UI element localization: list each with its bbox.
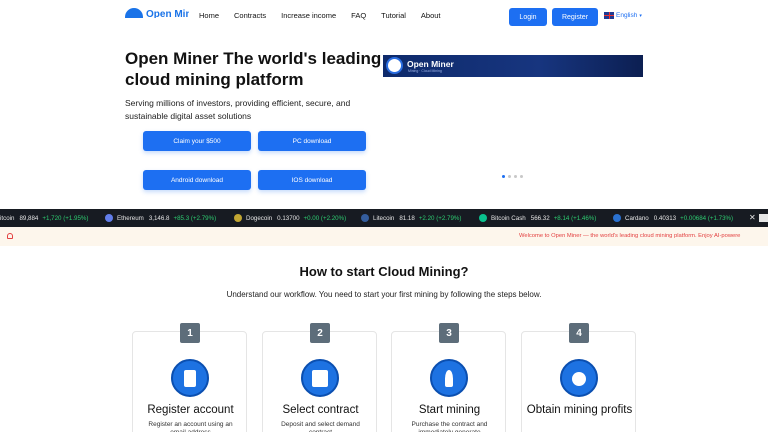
- ticker-name: Dogecoin: [246, 214, 273, 222]
- ticker-item[interactable]: Cardano 0.40313 +0.00684 (+1.73%): [613, 209, 733, 227]
- step-number: 1: [180, 323, 200, 343]
- main-nav: Home Contracts Increase income FAQ Tutor…: [199, 11, 456, 20]
- nav-tutorial[interactable]: Tutorial: [381, 11, 406, 20]
- miner-icon: [430, 359, 468, 397]
- litecoin-icon: [361, 214, 369, 222]
- ticker-name: itcoin: [0, 214, 15, 222]
- step-description: Deposit and select demand contract: [281, 421, 360, 432]
- ticker-change: +8.14 (+1.46%): [553, 214, 597, 222]
- banner-tagline: Mining · Cloud Mining: [408, 69, 442, 73]
- step-title: Start mining: [418, 404, 481, 416]
- step-number: 3: [439, 323, 459, 343]
- ios-download-button[interactable]: IOS download: [258, 170, 366, 190]
- ticker-item[interactable]: Bitcoin Cash 566.32 +8.14 (+1.46%): [479, 209, 596, 227]
- step-card: 1 Register account Register an account u…: [132, 323, 247, 432]
- chevron-down-icon: ▾: [639, 12, 642, 19]
- register-button[interactable]: Register: [552, 8, 598, 26]
- nav-faq[interactable]: FAQ: [351, 11, 366, 20]
- nav-contracts[interactable]: Contracts: [234, 11, 266, 20]
- pc-download-button[interactable]: PC download: [258, 131, 366, 151]
- tradingview-logo-icon[interactable]: [759, 214, 768, 222]
- ticker-name: Bitcoin Cash: [491, 214, 526, 222]
- ticker-price: 3,146.8: [148, 214, 170, 222]
- ticker-item[interactable]: Ethereum 3,146.8 +85.3 (+2.79%): [105, 209, 216, 227]
- hero-subtitle: Serving millions of investors, providing…: [125, 98, 351, 121]
- ticker-change: +2.20 (+2.79%): [418, 214, 462, 222]
- hero-title: Open Miner The world's leading cloud min…: [125, 49, 382, 89]
- ticker-item[interactable]: Litecoin 81.18 +2.20 (+2.79%): [361, 209, 461, 227]
- banner-title: Open Miner: [407, 59, 454, 69]
- contract-icon: [301, 359, 339, 397]
- ticker-item[interactable]: itcoin 89,884 +1,720 (+1.95%): [0, 209, 89, 227]
- carousel-dot[interactable]: [514, 175, 517, 178]
- ethereum-icon: [105, 214, 113, 222]
- step-description: Purchase the contract and immediately ge…: [411, 421, 488, 432]
- step-number: 4: [569, 323, 589, 343]
- bitcoin-cash-icon: [479, 214, 487, 222]
- step-title: Select contract: [282, 404, 359, 416]
- close-icon[interactable]: ✕: [749, 213, 756, 222]
- section-subtitle: Understand our workflow. You need to sta…: [226, 290, 542, 299]
- price-ticker: itcoin 89,884 +1,720 (+1.95%) Ethereum 3…: [0, 209, 768, 227]
- ticker-name: Cardano: [625, 214, 649, 222]
- logo-mark-icon: [125, 8, 143, 18]
- ticker-name: Litecoin: [373, 214, 395, 222]
- id-card-icon: [171, 359, 209, 397]
- site-header: Open Miner Home Contracts Increase incom…: [0, 0, 768, 36]
- page: Open Miner Home Contracts Increase incom…: [0, 0, 768, 432]
- step-description: Register an account using an email addre…: [148, 421, 233, 432]
- login-button[interactable]: Login: [509, 8, 547, 26]
- step-number: 2: [310, 323, 330, 343]
- step-card: 4 Obtain mining profits: [521, 323, 636, 432]
- language-selector[interactable]: English ▾: [604, 12, 642, 19]
- claim-button[interactable]: Claim your $500: [143, 131, 251, 151]
- bell-icon: [7, 233, 13, 239]
- carousel-dots: [502, 175, 523, 178]
- ticker-price: 81.18: [399, 214, 415, 222]
- step-card: 2 Select contract Deposit and select dem…: [262, 323, 377, 432]
- step-title: Register account: [147, 404, 234, 416]
- nav-increase-income[interactable]: Increase income: [281, 11, 336, 20]
- bitcoin-profit-icon: [560, 359, 598, 397]
- ticker-price: 89,884: [19, 214, 39, 222]
- carousel-dot[interactable]: [502, 175, 505, 178]
- step-title: Obtain mining profits: [526, 404, 633, 416]
- ticker-change: +0.00684 (+1.73%): [680, 214, 734, 222]
- ticker-change: +85.3 (+2.79%): [173, 214, 217, 222]
- ticker-change: +1,720 (+1.95%): [42, 214, 89, 222]
- cardano-icon: [613, 214, 621, 222]
- dogecoin-icon: [234, 214, 242, 222]
- nav-home[interactable]: Home: [199, 11, 219, 20]
- section-title: How to start Cloud Mining?: [299, 264, 469, 279]
- logo-text: Open Miner: [146, 9, 189, 18]
- carousel-dot[interactable]: [508, 175, 511, 178]
- ticker-price: 0.40313: [653, 214, 677, 222]
- language-label: English: [616, 12, 638, 19]
- ticker-price: 566.32: [530, 214, 550, 222]
- hero-banner[interactable]: Open Miner Mining · Cloud Mining: [383, 55, 643, 77]
- logo[interactable]: Open Miner: [125, 4, 189, 18]
- uk-flag-icon: [604, 12, 614, 19]
- carousel-dot[interactable]: [520, 175, 523, 178]
- nav-about[interactable]: About: [421, 11, 441, 20]
- step-card: 3 Start mining Purchase the contract and…: [391, 323, 506, 432]
- ticker-price: 0.13700: [277, 214, 300, 222]
- banner-logo-icon: [386, 57, 403, 74]
- ticker-item[interactable]: Dogecoin 0.13700 +0.00 (+2.20%): [234, 209, 346, 227]
- ticker-change: +0.00 (+2.20%): [303, 214, 347, 222]
- android-download-button[interactable]: Android download: [143, 170, 251, 190]
- ticker-name: Ethereum: [117, 214, 144, 222]
- notice-text: Welcome to Open Miner — the world's lead…: [519, 233, 741, 239]
- notice-bar: Welcome to Open Miner — the world's lead…: [0, 227, 768, 246]
